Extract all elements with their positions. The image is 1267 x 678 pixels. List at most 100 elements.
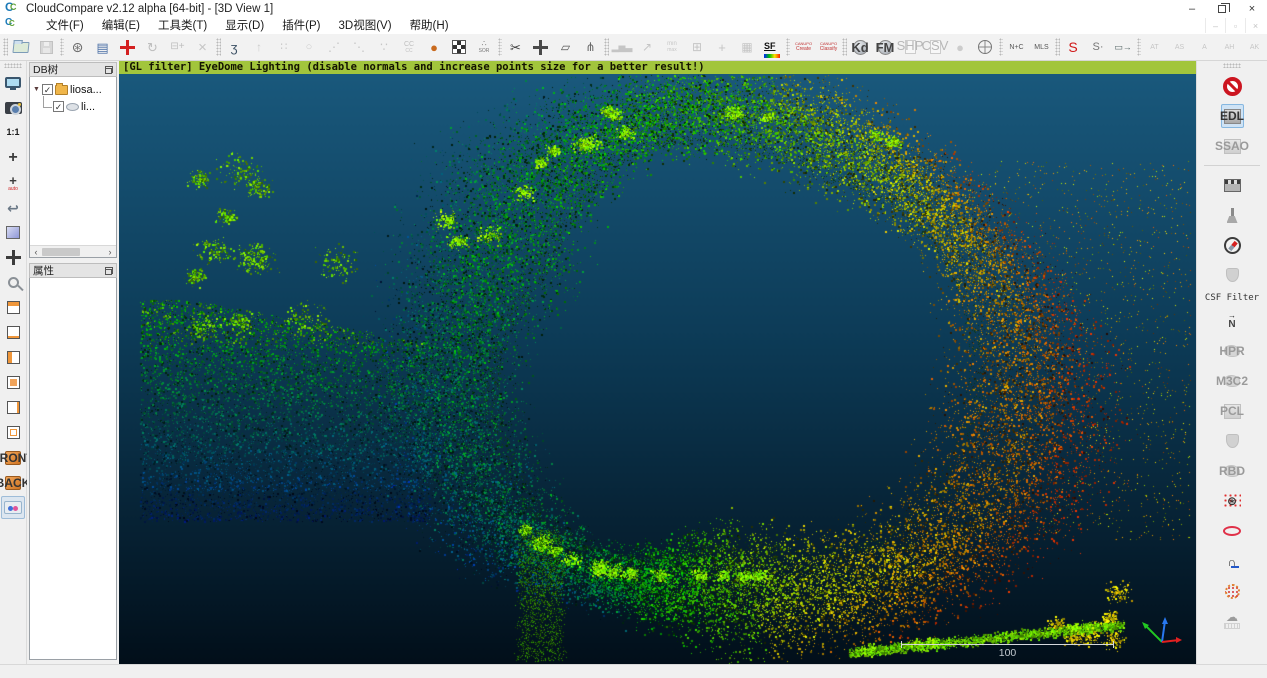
mdi-restore-button[interactable]: ▫ xyxy=(1225,18,1245,33)
globe-icon[interactable] xyxy=(973,35,997,59)
view-back-iso-icon[interactable]: BACK xyxy=(1,471,25,494)
menu-edit[interactable]: 编辑(E) xyxy=(93,18,149,34)
register-icon: ∵ xyxy=(372,35,396,59)
visibility-checkbox[interactable]: ✓ xyxy=(42,84,53,95)
poisson-recon-icon[interactable]: ⊛ xyxy=(1223,489,1241,513)
interactive-transform-icon[interactable]: ʒ xyxy=(222,35,246,59)
view-right-icon[interactable] xyxy=(1,396,25,419)
view-front-iso-icon[interactable]: FRONT xyxy=(1,446,25,469)
menu-3dviews[interactable]: 3D视图(V) xyxy=(330,18,401,34)
level-icon[interactable]: ⋔ xyxy=(579,35,603,59)
animation-icon[interactable] xyxy=(1224,173,1241,197)
zoom-1-1-icon[interactable]: 1:1 xyxy=(1,121,25,144)
csf-north-icon[interactable]: →N xyxy=(1228,309,1236,333)
save-icon xyxy=(34,35,58,59)
stereo-mode-icon[interactable] xyxy=(1,496,25,519)
properties-title-bar[interactable]: 属性 xyxy=(29,263,117,278)
edl-filter-icon[interactable]: EDL xyxy=(1221,104,1244,128)
csv-export-label: CSV xyxy=(922,39,949,52)
float-panel-icon[interactable] xyxy=(105,66,113,74)
histogram-icon: ▂▅▃ xyxy=(610,35,634,59)
ellipse-tool-icon[interactable] xyxy=(1223,519,1241,543)
mdi-close-button[interactable]: × xyxy=(1245,18,1265,33)
view-top-icon[interactable] xyxy=(1,296,25,319)
toolbar-drag-handle[interactable] xyxy=(4,63,22,68)
scroll-thumb[interactable] xyxy=(42,248,80,256)
db-tree-title-bar[interactable]: DB树 xyxy=(29,62,117,77)
normals-and-curvature-icon[interactable]: N+C xyxy=(1005,35,1029,59)
sra-red-s-icon[interactable]: S xyxy=(1061,35,1085,59)
scroll-left-icon[interactable]: ‹ xyxy=(30,247,42,257)
view-back-icon[interactable] xyxy=(1,421,25,444)
db-tree-hscrollbar[interactable]: ‹ › xyxy=(30,245,116,257)
zoom-icon[interactable] xyxy=(1,271,25,294)
scale-bar-label: 100 xyxy=(901,647,1114,659)
menu-help[interactable]: 帮助(H) xyxy=(401,18,458,34)
s-points-icon[interactable]: S· xyxy=(1086,35,1110,59)
toolbar-drag-handle[interactable] xyxy=(1223,63,1241,68)
bubble-view-icon[interactable] xyxy=(1,221,25,244)
magnet-tool-icon[interactable]: ∩ xyxy=(1228,549,1237,573)
restore-button[interactable] xyxy=(1207,0,1237,18)
menu-plugins[interactable]: 插件(P) xyxy=(273,18,329,34)
auto-pick-center-icon[interactable]: +auto xyxy=(1,171,25,194)
point-cloud-canvas[interactable] xyxy=(119,61,1196,664)
compass-icon[interactable] xyxy=(1224,233,1241,257)
rotate-view-icon[interactable]: ↩ xyxy=(1,196,25,219)
toolbar-group: ⊛▤↻⊟+× xyxy=(65,35,215,59)
stat-test-label: ⊞ xyxy=(692,41,702,53)
float-panel-icon[interactable] xyxy=(105,267,113,275)
mdi-minimize-button[interactable]: – xyxy=(1205,18,1225,33)
sf-colorscale-icon[interactable]: SF xyxy=(760,35,784,59)
properties-list-icon[interactable]: ▤ xyxy=(91,35,115,59)
canupo-classify-icon[interactable]: CANUPOClassify xyxy=(817,35,841,59)
chessboard-icon[interactable] xyxy=(447,35,471,59)
menu-tools[interactable]: 工具类(T) xyxy=(149,18,216,34)
box-arrow-icon[interactable]: ▭→ xyxy=(1111,35,1135,59)
view-bottom-icon[interactable] xyxy=(1,321,25,344)
noise-filter-icon[interactable] xyxy=(1225,579,1240,603)
hull-glyph xyxy=(1226,434,1239,448)
scroll-right-icon[interactable]: › xyxy=(104,247,116,257)
broom-icon[interactable] xyxy=(1231,203,1234,227)
translate-rotate-glyph xyxy=(533,40,548,55)
open-icon[interactable] xyxy=(9,35,33,59)
minimize-button[interactable]: – xyxy=(1177,0,1207,18)
edl-disable-icon[interactable] xyxy=(1223,74,1242,98)
expander-icon[interactable]: ▼ xyxy=(33,86,42,93)
facets-fm-icon[interactable]: FM xyxy=(873,35,897,59)
poisson-recon-glyph: ⊛ xyxy=(1223,493,1241,509)
view-back-iso-label: BACK xyxy=(0,477,30,489)
close-button[interactable]: × xyxy=(1237,0,1267,18)
clone-label: ↻ xyxy=(147,41,158,54)
sor-filter-icon[interactable]: ∴SOR xyxy=(472,35,496,59)
cross-section-icon[interactable]: ▱ xyxy=(554,35,578,59)
cloud-icon xyxy=(66,103,79,111)
refresh-display-icon[interactable] xyxy=(1,71,25,94)
plugins-toolbar: EDLSSAOCSF Filter→NHPRM3C2PCLRBD⊛∩☁ xyxy=(1196,61,1267,664)
merge-label: ⊟+ xyxy=(170,42,184,52)
point-picking-icon[interactable] xyxy=(116,35,140,59)
kd-tree-icon[interactable]: Kd xyxy=(848,35,872,59)
menu-display[interactable]: 显示(D) xyxy=(216,18,273,34)
canupo-create-icon[interactable]: CANUPOCreate xyxy=(792,35,816,59)
screenshot-icon[interactable] xyxy=(1,96,25,119)
octree-icon: ∷ xyxy=(272,35,296,59)
view-front-icon[interactable] xyxy=(1,371,25,394)
noise-filter-glyph xyxy=(1225,584,1240,599)
segment-icon[interactable]: ✂ xyxy=(504,35,528,59)
sor-filter-sublabel: SOR xyxy=(479,49,490,54)
mls-smoothing-icon[interactable]: MLS xyxy=(1030,35,1054,59)
tree-item-li[interactable]: ✓li... xyxy=(30,98,116,115)
pivot-visibility-icon[interactable] xyxy=(1,246,25,269)
view-left-icon[interactable] xyxy=(1,346,25,369)
global-shift-icon[interactable]: ⊛ xyxy=(66,35,90,59)
zoom-and-center-label: + xyxy=(8,150,17,166)
translate-rotate-icon[interactable] xyxy=(529,35,553,59)
visibility-checkbox[interactable]: ✓ xyxy=(53,101,64,112)
pcv-icon[interactable]: ● xyxy=(422,35,446,59)
zoom-and-center-icon[interactable]: + xyxy=(1,146,25,169)
plugin-ak-label: AK xyxy=(1250,44,1259,51)
menu-file[interactable]: 文件(F) xyxy=(37,18,93,34)
min-max-icon: minmax xyxy=(660,35,684,59)
